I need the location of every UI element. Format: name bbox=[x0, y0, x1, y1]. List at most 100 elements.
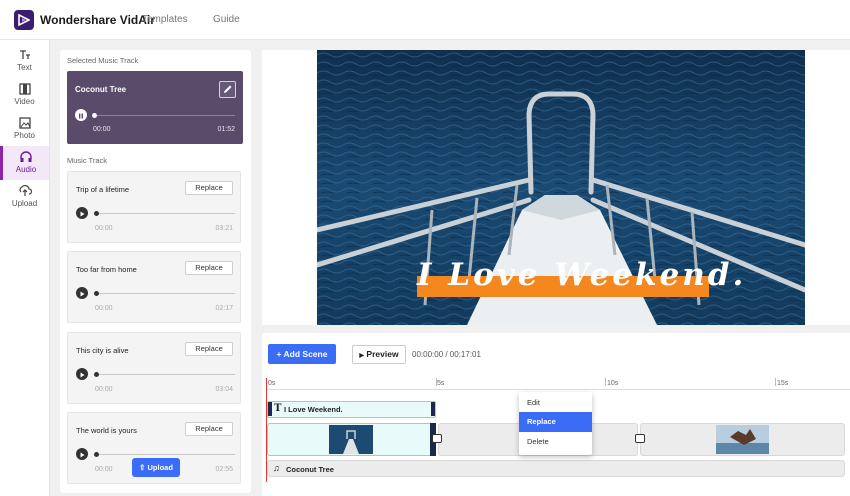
play-button[interactable] bbox=[76, 448, 88, 460]
tool-sidebar: Text Video Photo Audio Upload bbox=[0, 40, 50, 496]
text-icon: T bbox=[274, 403, 282, 414]
play-button[interactable] bbox=[76, 287, 88, 299]
text-clip-label: I Love Weekend. bbox=[284, 405, 343, 414]
selected-track-card: Coconut Tree 00:00 01:52 bbox=[67, 71, 243, 144]
nav-guide[interactable]: Guide bbox=[213, 14, 240, 25]
replace-button[interactable]: Replace bbox=[185, 261, 233, 275]
menu-item-replace[interactable]: Replace bbox=[519, 412, 592, 432]
tick-mark bbox=[605, 378, 606, 386]
track-current-time: 00:00 bbox=[95, 305, 113, 312]
music-note-icon: ♫ bbox=[273, 463, 280, 473]
nav-templates[interactable]: Templates bbox=[142, 14, 188, 25]
headphones-icon bbox=[20, 151, 32, 162]
list-item: Trip of a lifetime Replace 00:00 03:21 bbox=[67, 171, 241, 243]
replace-button[interactable]: Replace bbox=[185, 342, 233, 356]
playhead[interactable] bbox=[266, 378, 267, 390]
clip-handle-left[interactable] bbox=[268, 402, 272, 416]
progress-track[interactable] bbox=[95, 293, 235, 294]
selected-track-title: Coconut Tree bbox=[75, 85, 127, 94]
transition-icon[interactable] bbox=[432, 434, 442, 443]
transition-icon[interactable] bbox=[635, 434, 645, 443]
play-icon bbox=[80, 372, 85, 378]
progress-knob[interactable] bbox=[94, 291, 99, 296]
play-icon bbox=[80, 452, 85, 458]
upload-button-label: Upload bbox=[147, 463, 173, 472]
track-current-time: 00:00 bbox=[95, 386, 113, 393]
progress-knob[interactable] bbox=[94, 452, 99, 457]
context-menu: Edit Replace Delete bbox=[519, 392, 592, 455]
sidebar-item-video[interactable]: Video bbox=[0, 78, 49, 112]
clip-thumbnail bbox=[329, 425, 373, 454]
video-icon bbox=[18, 83, 31, 95]
track-duration: 02:55 bbox=[215, 466, 233, 473]
play-icon: ▶ bbox=[359, 353, 365, 359]
audio-clip-label: Coconut Tree bbox=[286, 465, 334, 474]
playback-time: 00:00:00 / 00:17:01 bbox=[412, 350, 481, 359]
add-scene-label: Add Scene bbox=[283, 349, 328, 359]
progress-knob[interactable] bbox=[94, 372, 99, 377]
selected-track-heading: Selected Music Track bbox=[67, 56, 139, 65]
text-icon bbox=[19, 50, 30, 59]
edit-track-button[interactable] bbox=[219, 81, 236, 98]
sidebar-item-label: Text bbox=[17, 63, 32, 72]
sidebar-item-upload[interactable]: Upload bbox=[0, 180, 49, 214]
clip-handle-right[interactable] bbox=[431, 402, 435, 416]
timeline-ruler[interactable] bbox=[266, 377, 850, 390]
progress-knob[interactable] bbox=[92, 113, 97, 118]
list-item: This city is alive Replace 00:00 03:04 bbox=[67, 332, 241, 404]
text-clip[interactable]: T I Love Weekend. bbox=[267, 401, 436, 418]
tick-label: 10s bbox=[607, 380, 619, 387]
clip-thumbnail bbox=[716, 425, 769, 454]
sidebar-item-label: Audio bbox=[15, 165, 37, 174]
track-current-time: 00:00 bbox=[95, 466, 113, 473]
pause-button[interactable] bbox=[75, 109, 87, 121]
tick-mark bbox=[775, 378, 776, 386]
track-duration: 02:17 bbox=[215, 305, 233, 312]
menu-item-delete[interactable]: Delete bbox=[519, 432, 592, 452]
sidebar-item-photo[interactable]: Photo bbox=[0, 112, 49, 146]
upload-icon: ⇧ bbox=[139, 463, 146, 472]
track-title: The world is yours bbox=[76, 426, 137, 435]
play-button[interactable] bbox=[76, 207, 88, 219]
replace-button[interactable]: Replace bbox=[185, 422, 233, 436]
pencil-icon bbox=[224, 85, 232, 93]
tick-label: 15s bbox=[777, 380, 789, 387]
track-current-time: 00:00 bbox=[93, 126, 111, 133]
track-duration: 01:52 bbox=[217, 126, 235, 133]
track-title: This city is alive bbox=[76, 346, 129, 355]
audio-clip[interactable]: ♫ Coconut Tree bbox=[267, 460, 845, 477]
progress-track[interactable] bbox=[95, 454, 235, 455]
top-bar: Wondershare VidAir Templates Guide bbox=[0, 0, 850, 40]
track-duration: 03:04 bbox=[215, 386, 233, 393]
progress-track[interactable] bbox=[95, 213, 235, 214]
play-icon bbox=[80, 291, 85, 297]
preview-button[interactable]: ▶ Preview bbox=[352, 345, 406, 364]
photo-icon bbox=[18, 117, 31, 129]
plus-icon: + bbox=[276, 349, 282, 359]
progress-track[interactable] bbox=[93, 115, 235, 116]
play-button[interactable] bbox=[76, 368, 88, 380]
upload-button[interactable]: ⇧ Upload bbox=[132, 458, 180, 477]
replace-button[interactable]: Replace bbox=[185, 181, 233, 195]
progress-track[interactable] bbox=[95, 374, 235, 375]
music-panel: Selected Music Track Coconut Tree 00:00 … bbox=[60, 50, 251, 493]
vidair-logo-icon[interactable] bbox=[14, 10, 34, 30]
list-item: Too far from home Replace 00:00 02:17 bbox=[67, 251, 241, 323]
sidebar-item-label: Video bbox=[14, 97, 35, 106]
track-current-time: 00:00 bbox=[95, 225, 113, 232]
add-scene-button[interactable]: + Add Scene bbox=[268, 344, 336, 364]
track-duration: 03:21 bbox=[215, 225, 233, 232]
app-name: Wondershare VidAir bbox=[40, 13, 155, 27]
menu-item-edit[interactable]: Edit bbox=[519, 393, 592, 413]
progress-knob[interactable] bbox=[94, 211, 99, 216]
upload-icon bbox=[18, 185, 32, 196]
sidebar-item-text[interactable]: Text bbox=[0, 44, 49, 78]
tick-label: 5s bbox=[437, 380, 445, 387]
video-caption[interactable]: I Love Weekend. bbox=[417, 257, 746, 301]
sidebar-item-audio[interactable]: Audio bbox=[0, 146, 49, 180]
sidebar-item-label: Photo bbox=[14, 131, 35, 140]
pause-icon bbox=[79, 113, 83, 119]
sidebar-item-label: Upload bbox=[11, 199, 38, 208]
preview-label: Preview bbox=[366, 349, 399, 359]
music-track-heading: Music Track bbox=[67, 156, 108, 165]
